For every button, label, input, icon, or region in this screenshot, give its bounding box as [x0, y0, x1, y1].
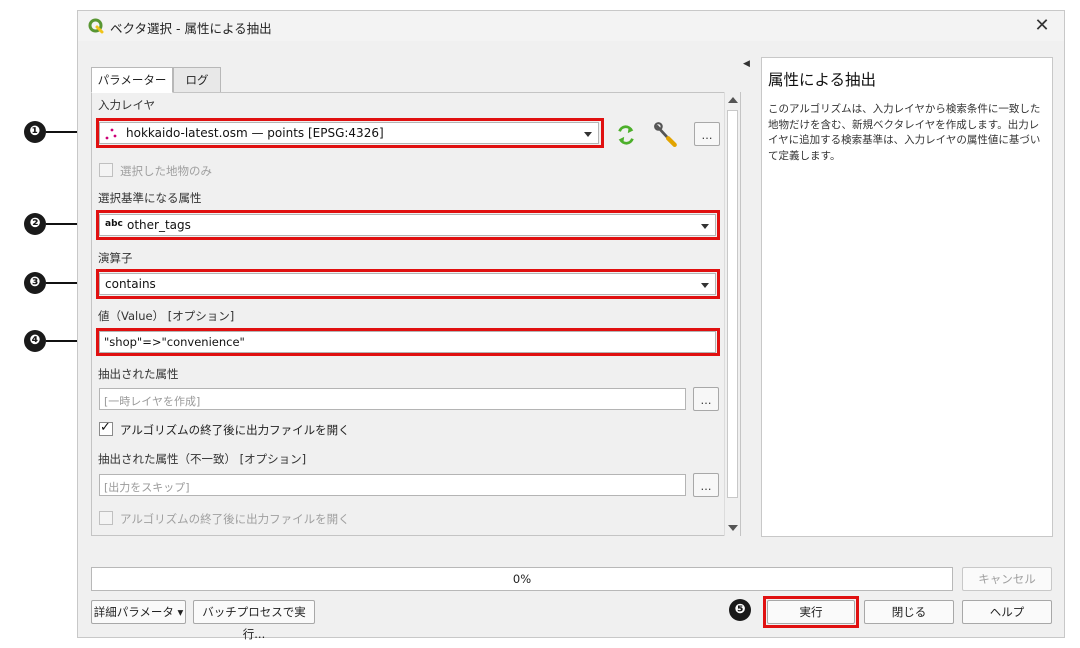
params-scrollbar[interactable]	[724, 92, 740, 536]
advanced-parameters-button[interactable]: 詳細パラメータ ▾	[91, 600, 186, 624]
attribute-combo[interactable]: abc other_tags	[99, 214, 716, 236]
help-panel: 属性による抽出 このアルゴリズムは、入力レイヤから検索条件に一致した地物だけを含…	[761, 57, 1053, 537]
help-description: このアルゴリズムは、入力レイヤから検索条件に一致した地物だけを含む、新規ベクタレ…	[768, 103, 1041, 162]
wrench-settings-icon[interactable]	[652, 121, 680, 147]
callout-4: ❹	[24, 330, 46, 352]
non-matching-options-button[interactable]: …	[693, 473, 719, 497]
help-title: 属性による抽出	[768, 71, 877, 89]
attribute-value: other_tags	[127, 218, 191, 232]
close-window-button[interactable]: ✕	[1030, 15, 1054, 37]
input-layer-options-button[interactable]: …	[694, 122, 720, 146]
algorithm-dialog: ベクタ選択 - 属性による抽出 ✕ パラメーター ログ ◀ 入力レイヤ hokk…	[77, 10, 1065, 641]
open-after-checkbox[interactable]: ✓	[99, 420, 113, 436]
extracted-options-button[interactable]: …	[693, 387, 719, 411]
input-layer-label: 入力レイヤ	[98, 98, 156, 112]
callout-3: ❸	[24, 272, 46, 294]
chevron-down-icon	[701, 224, 709, 229]
operator-label: 演算子	[98, 251, 133, 265]
operator-combo[interactable]: contains	[99, 273, 716, 295]
progress-bar: 0%	[91, 567, 953, 591]
progress-label: 0%	[512, 572, 532, 586]
window-title: ベクタ選択 - 属性による抽出	[110, 21, 272, 36]
callout-5: ❺	[729, 599, 751, 621]
value-label: 値（Value） [オプション]	[98, 309, 235, 323]
run-button[interactable]: 実行	[767, 600, 855, 624]
open-after-2-label: アルゴリズムの終了後に出力ファイルを開く	[120, 512, 350, 526]
attribute-label: 選択基準になる属性	[98, 191, 202, 205]
input-layer-combo[interactable]: hokkaido-latest.osm — points [EPSG:4326]	[99, 122, 599, 144]
scroll-up-icon[interactable]	[728, 97, 738, 103]
non-matching-placeholder: [出力をスキップ]	[104, 481, 190, 494]
qgis-logo-icon	[88, 18, 104, 34]
point-layer-icon	[105, 128, 117, 140]
checkmark-icon: ✓	[100, 420, 111, 435]
chevron-down-icon	[701, 283, 709, 288]
value-input[interactable]: "shop"=>"convenience"	[99, 331, 716, 353]
scroll-thumb[interactable]	[727, 110, 738, 498]
extracted-label: 抽出された属性	[98, 367, 179, 381]
cancel-button[interactable]: キャンセル	[962, 567, 1052, 591]
non-matching-label: 抽出された属性（不一致） [オプション]	[98, 452, 307, 466]
help-button[interactable]: ヘルプ	[962, 600, 1052, 624]
string-field-icon: abc	[105, 219, 123, 229]
open-after-label: アルゴリズムの終了後に出力ファイルを開く	[120, 423, 350, 437]
callout-2: ❷	[24, 213, 46, 235]
scroll-down-icon[interactable]	[728, 525, 738, 531]
non-matching-output-input[interactable]: [出力をスキップ]	[99, 474, 686, 496]
collapse-left-icon[interactable]: ◀	[743, 59, 750, 69]
value-text: "shop"=>"convenience"	[104, 335, 245, 349]
input-layer-value: hokkaido-latest.osm — points [EPSG:4326]	[126, 126, 384, 140]
close-button[interactable]: 閉じる	[864, 600, 954, 624]
chevron-down-icon	[584, 132, 592, 137]
callout-1: ❶	[24, 121, 46, 143]
extracted-output-input[interactable]: [一時レイヤを作成]	[99, 388, 686, 410]
title-bar: ベクタ選択 - 属性による抽出 ✕	[78, 11, 1064, 41]
selected-only-label: 選択した地物のみ	[120, 164, 212, 178]
batch-process-button[interactable]: バッチプロセスで実行...	[193, 600, 315, 641]
open-after-2-checkbox[interactable]	[99, 511, 113, 525]
selected-only-checkbox[interactable]	[99, 163, 113, 177]
extracted-placeholder: [一時レイヤを作成]	[104, 395, 201, 408]
tab-log[interactable]: ログ	[173, 67, 221, 93]
iterate-icon[interactable]	[614, 124, 638, 146]
operator-value: contains	[105, 277, 156, 291]
tab-parameters[interactable]: パラメーター	[91, 67, 173, 93]
